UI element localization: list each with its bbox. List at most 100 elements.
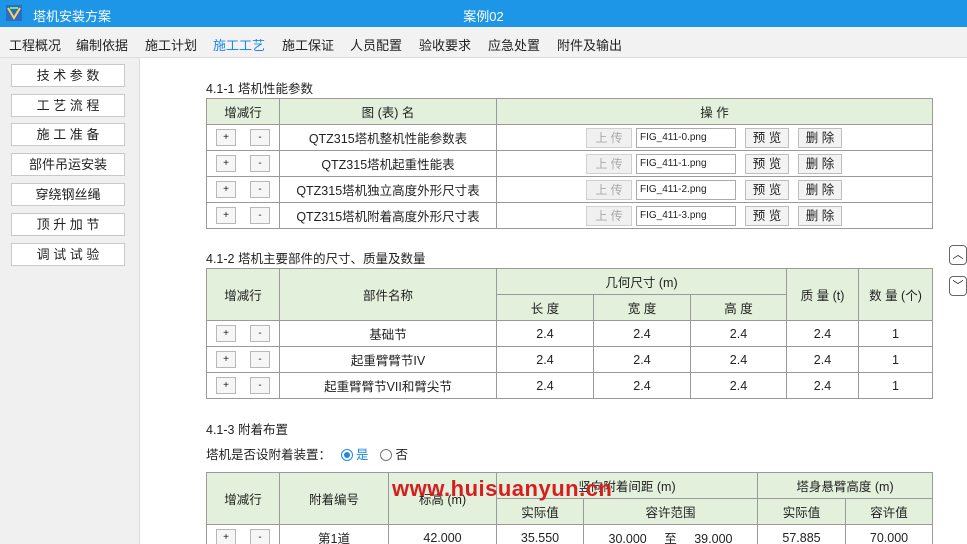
remove-row-button[interactable]: - [250, 207, 270, 224]
sidebar-item-tech-params[interactable]: 技 术 参 数 [11, 64, 125, 87]
remove-row-button[interactable]: - [250, 377, 270, 394]
mass-cell[interactable]: 2.4 [786, 372, 859, 399]
remove-row-button[interactable]: - [250, 325, 270, 342]
mass-cell[interactable]: 2.4 [786, 346, 859, 373]
sidebar-item-preparation[interactable]: 施 工 准 备 [11, 123, 125, 146]
header-adddel: 增减行 [206, 268, 280, 321]
performance-table: 增减行 图 (表) 名 操 作 + - QTZ315塔机整机性能参数表 上 传 FI… [206, 98, 933, 229]
add-row-button[interactable]: + [216, 529, 236, 544]
part-name-cell[interactable]: 基础节 [279, 320, 497, 347]
attachment-question-label: 塔机是否设附着装置： [206, 448, 332, 462]
add-row-button[interactable]: + [216, 181, 236, 198]
quantity-cell[interactable]: 1 [858, 372, 933, 399]
part-name-cell[interactable]: 起重臂臂节IV [279, 346, 497, 373]
header-quantity: 数 量 (个) [858, 268, 933, 321]
add-row-button[interactable]: + [216, 155, 236, 172]
length-cell[interactable]: 2.4 [496, 346, 594, 373]
sidebar-item-process-flow[interactable]: 工 艺 流 程 [11, 94, 125, 117]
menu-item-emergency[interactable]: 应急处置 [488, 35, 540, 54]
table-row: + - 起重臂臂节IV 2.4 2.4 2.4 2.4 1 [206, 346, 933, 373]
range-max[interactable]: 39.000 [694, 532, 732, 544]
sidebar-item-testing[interactable]: 调 试 试 验 [11, 243, 125, 266]
menu-item-project-overview[interactable]: 工程概况 [9, 35, 61, 54]
sidebar: 技 术 参 数 工 艺 流 程 施 工 准 备 部件吊运安装 穿绕钢丝绳 顶 升… [0, 58, 140, 544]
header-part-name: 部件名称 [279, 268, 497, 321]
add-row-button[interactable]: + [216, 325, 236, 342]
range-min[interactable]: 30.000 [609, 532, 647, 544]
figure-name: QTZ315塔机起重性能表 [279, 150, 497, 177]
radio-no[interactable] [379, 449, 392, 461]
menu-item-process[interactable]: 施工工艺 [213, 35, 265, 54]
width-cell[interactable]: 2.4 [593, 372, 691, 399]
section-title-attachment: 4.1-3 附着布置 [206, 423, 288, 437]
radio-yes[interactable] [340, 449, 353, 461]
length-cell[interactable]: 2.4 [496, 372, 594, 399]
menu-item-plan[interactable]: 施工计划 [145, 35, 197, 54]
header-figure-name: 图 (表) 名 [279, 98, 497, 125]
case-title: 案例02 [463, 9, 504, 24]
length-cell[interactable]: 2.4 [496, 320, 594, 347]
mass-cell[interactable]: 2.4 [786, 320, 859, 347]
menu-item-acceptance[interactable]: 验收要求 [419, 35, 471, 54]
width-cell[interactable]: 2.4 [593, 346, 691, 373]
cantilever-allowed-cell[interactable]: 70.000 [845, 524, 933, 544]
elevation-cell[interactable]: 42.000 [388, 524, 497, 544]
add-row-button[interactable]: + [216, 377, 236, 394]
file-name-field[interactable]: FIG_411-1.png [636, 153, 736, 174]
preview-button[interactable]: 预 览 [745, 205, 789, 226]
header-actual-2: 实际值 [757, 498, 846, 525]
height-cell[interactable]: 2.4 [690, 372, 787, 399]
header-allowed: 容许值 [845, 498, 933, 525]
header-attachment-no: 附着编号 [279, 472, 389, 525]
scroll-down-icon[interactable]: ﹀ [949, 276, 967, 296]
add-row-button[interactable]: + [216, 207, 236, 224]
upload-button[interactable]: 上 传 [586, 179, 632, 200]
height-cell[interactable]: 2.4 [690, 320, 787, 347]
remove-row-button[interactable]: - [250, 351, 270, 368]
add-row-button[interactable]: + [216, 129, 236, 146]
sidebar-item-jacking[interactable]: 顶 升 加 节 [11, 213, 125, 236]
file-name-field[interactable]: FIG_411-3.png [636, 205, 736, 226]
attachment-no-cell[interactable]: 第1道 [279, 524, 389, 544]
remove-row-button[interactable]: - [250, 529, 270, 544]
sidebar-item-wire-rope[interactable]: 穿绕钢丝绳 [11, 183, 125, 206]
table-row: + - QTZ315塔机附着高度外形尺寸表 上 传 FIG_411-3.png 预 览… [206, 202, 933, 229]
cantilever-actual-cell[interactable]: 57.885 [757, 524, 846, 544]
menu-item-attachments[interactable]: 附件及输出 [557, 35, 622, 54]
menu-item-basis[interactable]: 编制依据 [76, 35, 128, 54]
spacing-actual-cell[interactable]: 35.550 [496, 524, 584, 544]
section-title-performance: 4.1-1 塔机性能参数 [206, 82, 313, 96]
table-row: + - 基础节 2.4 2.4 2.4 2.4 1 [206, 320, 933, 347]
width-cell[interactable]: 2.4 [593, 320, 691, 347]
figure-name: QTZ315塔机独立高度外形尺寸表 [279, 176, 497, 203]
remove-row-button[interactable]: - [250, 155, 270, 172]
upload-button[interactable]: 上 传 [586, 153, 632, 174]
table-row: + - 第1道 42.000 35.550 30.000 至 39.000 57.… [206, 524, 933, 544]
file-name-field[interactable]: FIG_411-0.png [636, 127, 736, 148]
header-cantilever-height: 塔身悬臂高度 (m) [757, 472, 933, 499]
menu-item-staffing[interactable]: 人员配置 [350, 35, 402, 54]
upload-button[interactable]: 上 传 [586, 127, 632, 148]
height-cell[interactable]: 2.4 [690, 346, 787, 373]
add-row-button[interactable]: + [216, 351, 236, 368]
part-name-cell[interactable]: 起重臂臂节VII和臂尖节 [279, 372, 497, 399]
upload-button[interactable]: 上 传 [586, 205, 632, 226]
quantity-cell[interactable]: 1 [858, 320, 933, 347]
header-actual: 实际值 [496, 498, 584, 525]
remove-row-button[interactable]: - [250, 181, 270, 198]
delete-button[interactable]: 删 除 [798, 127, 842, 148]
radio-yes-label: 是 [355, 448, 369, 462]
delete-button[interactable]: 删 除 [798, 205, 842, 226]
delete-button[interactable]: 删 除 [798, 153, 842, 174]
figure-name: QTZ315塔机附着高度外形尺寸表 [279, 202, 497, 229]
remove-row-button[interactable]: - [250, 129, 270, 146]
quantity-cell[interactable]: 1 [858, 346, 933, 373]
file-name-field[interactable]: FIG_411-2.png [636, 179, 736, 200]
menu-item-guarantee[interactable]: 施工保证 [282, 35, 334, 54]
preview-button[interactable]: 预 览 [745, 153, 789, 174]
delete-button[interactable]: 删 除 [798, 179, 842, 200]
preview-button[interactable]: 预 览 [745, 127, 789, 148]
sidebar-item-lifting[interactable]: 部件吊运安装 [11, 153, 125, 176]
scroll-up-icon[interactable]: ︿ [949, 245, 967, 265]
preview-button[interactable]: 预 览 [745, 179, 789, 200]
